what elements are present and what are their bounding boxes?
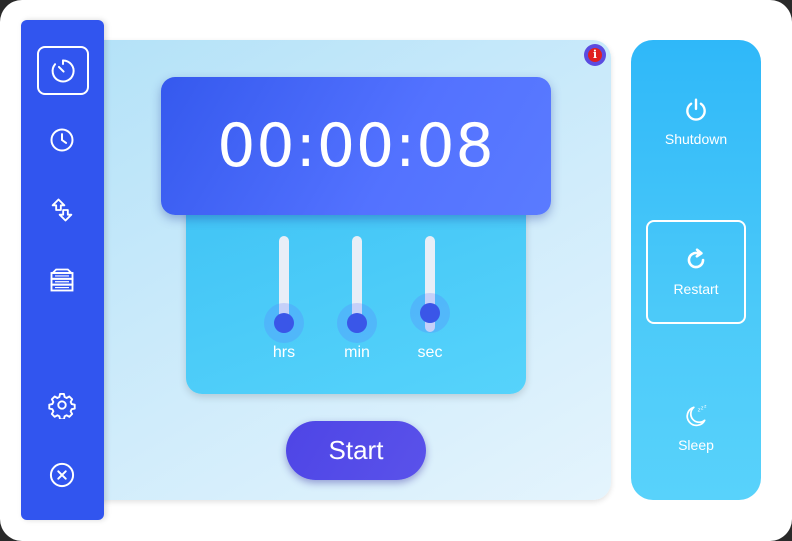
shutdown-label: Shutdown — [664, 131, 728, 147]
restart-icon — [687, 248, 705, 269]
sleep-moon-icon: z z z — [686, 405, 707, 427]
slider-hours[interactable]: hrs — [263, 236, 304, 376]
transfer-icon — [51, 198, 73, 222]
timer-icon — [51, 59, 75, 82]
svg-text:z: z — [704, 405, 707, 410]
gear-icon — [48, 392, 76, 419]
nav-item-transfer[interactable] — [37, 187, 87, 233]
shutdown-button[interactable]: Shutdown — [646, 70, 746, 174]
nav-item-storage[interactable] — [37, 257, 87, 303]
sidebar-nav — [21, 20, 104, 520]
restart-button[interactable]: Restart — [646, 220, 746, 324]
time-display: 00:00:08 — [217, 111, 495, 181]
slider-label-min: min — [344, 344, 370, 361]
slider-minutes[interactable]: min — [336, 236, 377, 376]
info-button[interactable]: i — [584, 44, 606, 66]
close-icon — [49, 462, 75, 488]
power-icon — [686, 98, 706, 121]
nav-item-close[interactable] — [37, 452, 87, 498]
storage-icon — [50, 268, 74, 292]
sleep-label: Sleep — [678, 437, 714, 453]
slider-label-hrs: hrs — [272, 344, 296, 361]
start-button[interactable]: Start — [286, 421, 426, 480]
app-window: i 00:00:08 hrs min sec Start Shutdown Re… — [0, 0, 792, 541]
nav-item-clock[interactable] — [37, 117, 87, 163]
power-panel: Shutdown Restart z z z Sleep — [631, 40, 761, 500]
sleep-button[interactable]: z z z Sleep — [646, 376, 746, 480]
slider-thumb[interactable] — [274, 313, 294, 333]
slider-label-sec: sec — [417, 344, 443, 361]
info-icon: i — [588, 48, 602, 62]
time-display-card: 00:00:08 — [161, 77, 551, 215]
clock-icon — [50, 128, 74, 152]
nav-item-timer[interactable] — [37, 46, 89, 95]
slider-seconds[interactable]: sec — [409, 236, 450, 376]
nav-item-settings[interactable] — [37, 382, 87, 428]
slider-thumb[interactable] — [347, 313, 367, 333]
restart-label: Restart — [673, 281, 719, 297]
